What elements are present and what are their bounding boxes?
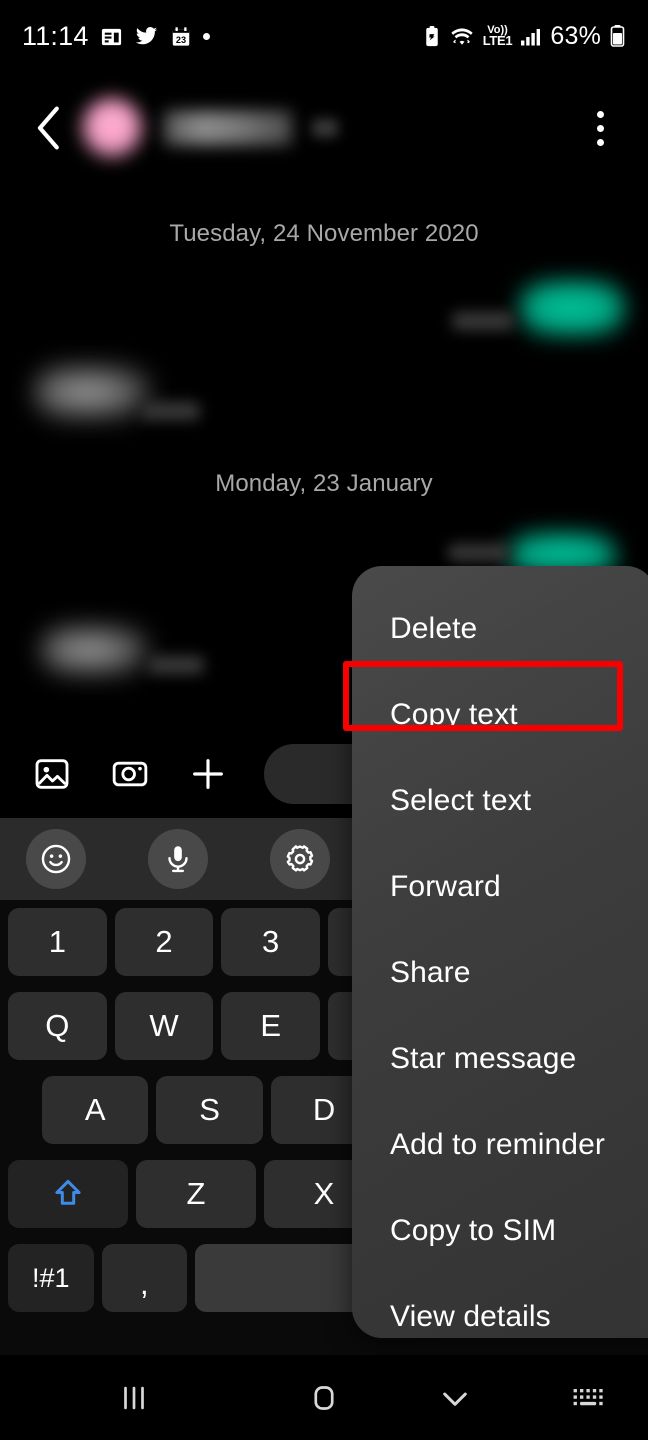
battery-percent-label: 63% — [550, 21, 601, 50]
more-vertical-icon-dot — [596, 138, 604, 146]
overflow-menu-button[interactable] — [578, 104, 622, 152]
wifi-icon — [449, 25, 475, 48]
chevron-down-icon — [443, 1392, 467, 1406]
message-bubble-incoming[interactable] — [40, 624, 150, 676]
volte-bottom-label: LTE1 — [482, 33, 513, 49]
key-e[interactable]: E — [221, 992, 321, 1060]
calendar-23-icon: 23 — [170, 25, 192, 48]
menu-item-select-text[interactable]: Select text — [352, 758, 648, 844]
plus-icon — [193, 759, 223, 789]
key-q[interactable]: Q — [8, 992, 107, 1060]
message-timestamp — [148, 656, 204, 674]
phone-screen: 11:14 23 Vo)) LTE1 63% Tuesday, 24 Novem… — [0, 0, 648, 1440]
key-3[interactable]: 3 — [221, 908, 321, 976]
back-button[interactable] — [26, 105, 72, 151]
conversation-header — [0, 72, 648, 184]
news-icon — [100, 25, 123, 48]
comma-key[interactable]: , — [101, 1244, 188, 1312]
emoji-button[interactable] — [26, 829, 86, 889]
signal-bars-icon — [520, 25, 542, 48]
contact-subtitle — [312, 119, 338, 137]
menu-item-copy-to-sim[interactable]: Copy to SIM — [352, 1188, 648, 1274]
keyboard-switch-button[interactable] — [530, 1383, 648, 1413]
message-timestamp — [448, 544, 510, 562]
battery-icon — [609, 24, 626, 48]
status-bar-clock: 11:14 — [22, 20, 89, 51]
shift-key[interactable] — [8, 1160, 128, 1228]
microphone-icon — [168, 846, 188, 873]
date-separator: Monday, 23 January — [215, 470, 433, 497]
status-bar-right: Vo)) LTE1 63% — [423, 22, 626, 51]
key-a[interactable]: A — [42, 1076, 149, 1144]
system-navigation-bar — [0, 1355, 648, 1440]
dot-icon — [202, 32, 210, 40]
menu-item-add-to-reminder[interactable]: Add to reminder — [352, 1102, 648, 1188]
home-icon — [314, 1385, 334, 1410]
status-bar: 11:14 23 Vo)) LTE1 63% — [0, 0, 648, 72]
message-timestamp — [452, 312, 514, 330]
status-bar-left: 11:14 23 — [22, 21, 210, 52]
symbols-key[interactable]: !#1 — [8, 1244, 94, 1312]
keyboard-settings-button[interactable] — [270, 829, 330, 889]
key-z[interactable]: Z — [136, 1160, 256, 1228]
key-2[interactable]: 2 — [114, 908, 214, 976]
key-w[interactable]: W — [114, 992, 214, 1060]
more-vertical-icon-dot — [596, 110, 604, 118]
voice-input-button[interactable] — [148, 829, 208, 889]
add-attachment-button[interactable] — [186, 752, 230, 796]
back-button[interactable] — [380, 1379, 530, 1417]
date-separator: Tuesday, 24 November 2020 — [169, 220, 479, 247]
menu-item-share[interactable]: Share — [352, 930, 648, 1016]
menu-item-star-message[interactable]: Star message — [352, 1016, 648, 1102]
gallery-icon — [35, 759, 69, 789]
key-1[interactable]: 1 — [8, 908, 107, 976]
avatar[interactable] — [82, 98, 142, 158]
svg-text:23: 23 — [175, 34, 185, 44]
recents-icon — [124, 1386, 144, 1409]
message-bubble-incoming[interactable] — [34, 364, 152, 420]
gallery-button[interactable] — [30, 752, 74, 796]
keyboard-switch-icon — [573, 1388, 603, 1405]
smiley-icon — [41, 844, 71, 874]
camera-icon — [112, 761, 148, 787]
menu-item-delete[interactable]: Delete — [352, 586, 648, 672]
menu-item-copy-text[interactable]: Copy text — [352, 672, 648, 758]
chevron-left-icon — [37, 106, 59, 150]
more-vertical-icon-dot — [596, 124, 604, 132]
contact-name[interactable] — [164, 111, 292, 145]
camera-button[interactable] — [108, 752, 152, 796]
message-bubble-outgoing[interactable] — [518, 280, 626, 336]
menu-item-view-details[interactable]: View details — [352, 1274, 648, 1338]
key-s[interactable]: S — [156, 1076, 263, 1144]
twitter-icon — [134, 25, 159, 48]
battery-saver-icon — [423, 25, 441, 48]
shift-arrow-icon — [55, 1179, 81, 1205]
message-context-menu[interactable]: Delete Copy text Select text Forward Sha… — [352, 566, 648, 1338]
message-timestamp — [142, 402, 200, 420]
recents-button[interactable] — [0, 1381, 268, 1415]
home-button[interactable] — [268, 1381, 380, 1415]
volte-icon: Vo)) LTE1 — [482, 24, 513, 49]
gear-icon — [286, 845, 314, 872]
menu-item-forward[interactable]: Forward — [352, 844, 648, 930]
